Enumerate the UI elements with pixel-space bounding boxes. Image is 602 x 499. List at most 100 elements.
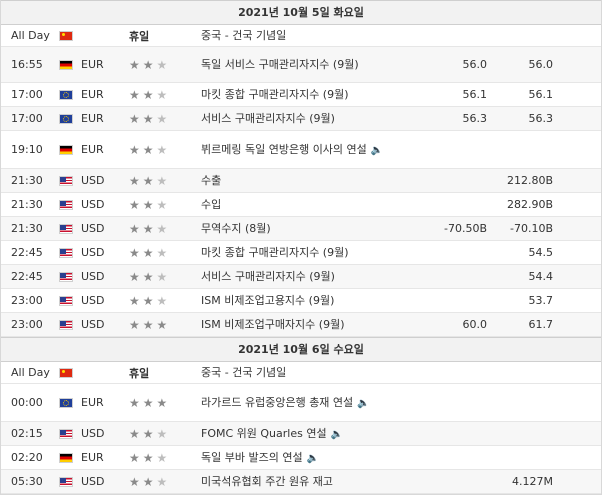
speaker-icon: 🔈 bbox=[357, 397, 370, 409]
event-name[interactable]: 서비스 구매관리자지수 (9월) bbox=[199, 110, 387, 127]
star-icon: ★ bbox=[156, 87, 168, 102]
star-icon: ★ bbox=[156, 474, 168, 489]
star-icon: ★ bbox=[156, 450, 168, 465]
star-icon: ★ bbox=[142, 142, 154, 157]
event-name[interactable]: FOMC 위원 Quarles 연설 🔈 bbox=[199, 425, 387, 443]
event-row[interactable]: 23:00 USD ★ ★ ★ ISM 비제조업고용지수 (9월) 53.7 bbox=[1, 289, 601, 313]
star-icon: ★ bbox=[156, 269, 168, 284]
star-icon: ★ bbox=[142, 474, 154, 489]
event-row[interactable]: 21:30 USD ★ ★ ★ 수입 282.90B bbox=[1, 193, 601, 217]
event-name[interactable]: 독일 부바 발즈의 연설 🔈 bbox=[199, 449, 387, 467]
event-title[interactable]: 무역수지 (8월) bbox=[201, 222, 271, 235]
event-row[interactable]: 22:45 USD ★ ★ ★ 서비스 구매관리자지수 (9월) 54.4 bbox=[1, 265, 601, 289]
star-icon: ★ bbox=[129, 245, 140, 260]
flag-cell bbox=[59, 271, 81, 282]
event-title[interactable]: 수입 bbox=[201, 198, 221, 211]
date-header: 2021년 10월 6일 수요일 bbox=[1, 337, 601, 362]
eu-flag-icon bbox=[59, 113, 73, 124]
event-time: 22:45 bbox=[11, 270, 43, 283]
event-row[interactable]: 17:00 EUR ★ ★ ★ 서비스 구매관리자지수 (9월) 56.3 56.3 bbox=[1, 107, 601, 131]
event-name[interactable]: 라가르드 유럽중앙은행 총재 연설 🔈 bbox=[199, 394, 387, 412]
event-name[interactable]: 무역수지 (8월) bbox=[199, 220, 387, 237]
event-name[interactable]: 수입 bbox=[199, 196, 387, 213]
importance: ★ ★ ★ bbox=[121, 223, 199, 235]
star-icon: ★ bbox=[156, 57, 168, 72]
event-row[interactable]: All Day 휴일 중국 - 건국 기념일 bbox=[1, 362, 601, 384]
currency: EUR bbox=[81, 88, 104, 101]
event-row[interactable]: All Day 휴일 중국 - 건국 기념일 bbox=[1, 25, 601, 47]
event-name[interactable]: 독일 서비스 구매관리자지수 (9월) bbox=[199, 56, 387, 73]
event-title[interactable]: 중국 - 건국 기념일 bbox=[201, 29, 286, 42]
star-icon: ★ bbox=[142, 450, 154, 465]
forecast-value: 282.90B bbox=[506, 198, 553, 211]
currency: EUR bbox=[81, 396, 104, 409]
event-row[interactable]: 00:00 EUR ★ ★ ★ 라가르드 유럽중앙은행 총재 연설 🔈 bbox=[1, 384, 601, 422]
event-name[interactable]: 수출 bbox=[199, 172, 387, 189]
event-title[interactable]: FOMC 위원 Quarles 연설 bbox=[201, 427, 327, 440]
star-icon: ★ bbox=[142, 197, 154, 212]
us-flag-icon bbox=[59, 319, 73, 330]
event-title[interactable]: 미국석유협회 주간 원유 재고 bbox=[201, 475, 333, 488]
event-name[interactable]: 미국석유협회 주간 원유 재고 bbox=[199, 473, 387, 490]
star-icon: ★ bbox=[129, 57, 140, 72]
actual-value: -70.50B bbox=[443, 222, 487, 235]
event-row[interactable]: 02:15 USD ★ ★ ★ FOMC 위원 Quarles 연설 🔈 bbox=[1, 422, 601, 446]
event-title[interactable]: 마킷 종합 구매관리자지수 (9월) bbox=[201, 246, 349, 259]
speaker-icon: 🔈 bbox=[370, 144, 384, 156]
event-row[interactable]: 21:30 USD ★ ★ ★ 무역수지 (8월) -70.50B -70.10B bbox=[1, 217, 601, 241]
forecast-value: 4.127M bbox=[512, 475, 553, 488]
star-icon: ★ bbox=[129, 173, 140, 188]
importance: ★ ★ ★ bbox=[121, 397, 199, 409]
event-row[interactable]: 23:00 USD ★ ★ ★ ISM 비제조업구매자지수 (9월) 60.0 61.7 bbox=[1, 313, 601, 337]
event-title[interactable]: 뷔르메링 독일 연방은행 이사의 연설 bbox=[201, 143, 367, 156]
event-name[interactable]: 뷔르메링 독일 연방은행 이사의 연설 🔈 bbox=[199, 141, 387, 159]
importance: ★ ★ ★ bbox=[121, 199, 199, 211]
event-row[interactable]: 19:10 EUR ★ ★ ★ 뷔르메링 독일 연방은행 이사의 연설 🔈 bbox=[1, 131, 601, 169]
event-row[interactable]: 21:30 USD ★ ★ ★ 수출 212.80B bbox=[1, 169, 601, 193]
event-title[interactable]: 라가르드 유럽중앙은행 총재 연설 bbox=[201, 396, 353, 409]
event-title[interactable]: 서비스 구매관리자지수 (9월) bbox=[201, 112, 335, 125]
event-row[interactable]: 05:30 USD ★ ★ ★ 미국석유협회 주간 원유 재고 4.127M bbox=[1, 470, 601, 494]
star-icon: ★ bbox=[156, 426, 168, 441]
flag-cell bbox=[59, 59, 81, 70]
event-time: All Day bbox=[11, 366, 50, 379]
event-time: 16:55 bbox=[11, 58, 43, 71]
event-row[interactable]: 02:20 EUR ★ ★ ★ 독일 부바 발즈의 연설 🔈 bbox=[1, 446, 601, 470]
star-icon: ★ bbox=[156, 197, 168, 212]
event-name[interactable]: 서비스 구매관리자지수 (9월) bbox=[199, 268, 387, 285]
star-icon: ★ bbox=[142, 317, 154, 332]
flag-cell bbox=[59, 89, 81, 100]
event-title[interactable]: 중국 - 건국 기념일 bbox=[201, 366, 286, 379]
star-icon: ★ bbox=[142, 173, 154, 188]
event-time: 05:30 bbox=[11, 475, 43, 488]
event-name[interactable]: 중국 - 건국 기념일 bbox=[199, 27, 387, 44]
event-row[interactable]: 17:00 EUR ★ ★ ★ 마킷 종합 구매관리자지수 (9월) 56.1 56.1 bbox=[1, 83, 601, 107]
star-icon: ★ bbox=[129, 221, 140, 236]
event-title[interactable]: 독일 부바 발즈의 연설 bbox=[201, 451, 303, 464]
event-title[interactable]: 수출 bbox=[201, 174, 221, 187]
event-row[interactable]: 16:55 EUR ★ ★ ★ 독일 서비스 구매관리자지수 (9월) 56.0 56.0 bbox=[1, 47, 601, 83]
event-name[interactable]: ISM 비제조업고용지수 (9월) bbox=[199, 292, 387, 309]
event-title[interactable]: 독일 서비스 구매관리자지수 (9월) bbox=[201, 58, 359, 71]
star-icon: ★ bbox=[129, 111, 140, 126]
event-time: 19:10 bbox=[11, 143, 43, 156]
event-title[interactable]: ISM 비제조업구매자지수 (9월) bbox=[201, 318, 345, 331]
event-name[interactable]: ISM 비제조업구매자지수 (9월) bbox=[199, 316, 387, 333]
star-icon: ★ bbox=[142, 293, 154, 308]
us-flag-icon bbox=[59, 295, 73, 306]
event-title[interactable]: ISM 비제조업고용지수 (9월) bbox=[201, 294, 334, 307]
event-name[interactable]: 중국 - 건국 기념일 bbox=[199, 364, 387, 381]
flag-cell bbox=[59, 428, 81, 439]
star-icon: ★ bbox=[129, 142, 140, 157]
event-name[interactable]: 마킷 종합 구매관리자지수 (9월) bbox=[199, 244, 387, 261]
star-icon: ★ bbox=[129, 87, 140, 102]
star-icon: ★ bbox=[142, 269, 154, 284]
event-row[interactable]: 22:45 USD ★ ★ ★ 마킷 종합 구매관리자지수 (9월) 54.5 bbox=[1, 241, 601, 265]
event-title[interactable]: 서비스 구매관리자지수 (9월) bbox=[201, 270, 335, 283]
star-icon: ★ bbox=[156, 173, 168, 188]
event-title[interactable]: 마킷 종합 구매관리자지수 (9월) bbox=[201, 88, 349, 101]
importance: ★ ★ ★ bbox=[121, 144, 199, 156]
flag-cell bbox=[59, 144, 81, 155]
event-name[interactable]: 마킷 종합 구매관리자지수 (9월) bbox=[199, 86, 387, 103]
currency: EUR bbox=[81, 451, 104, 464]
